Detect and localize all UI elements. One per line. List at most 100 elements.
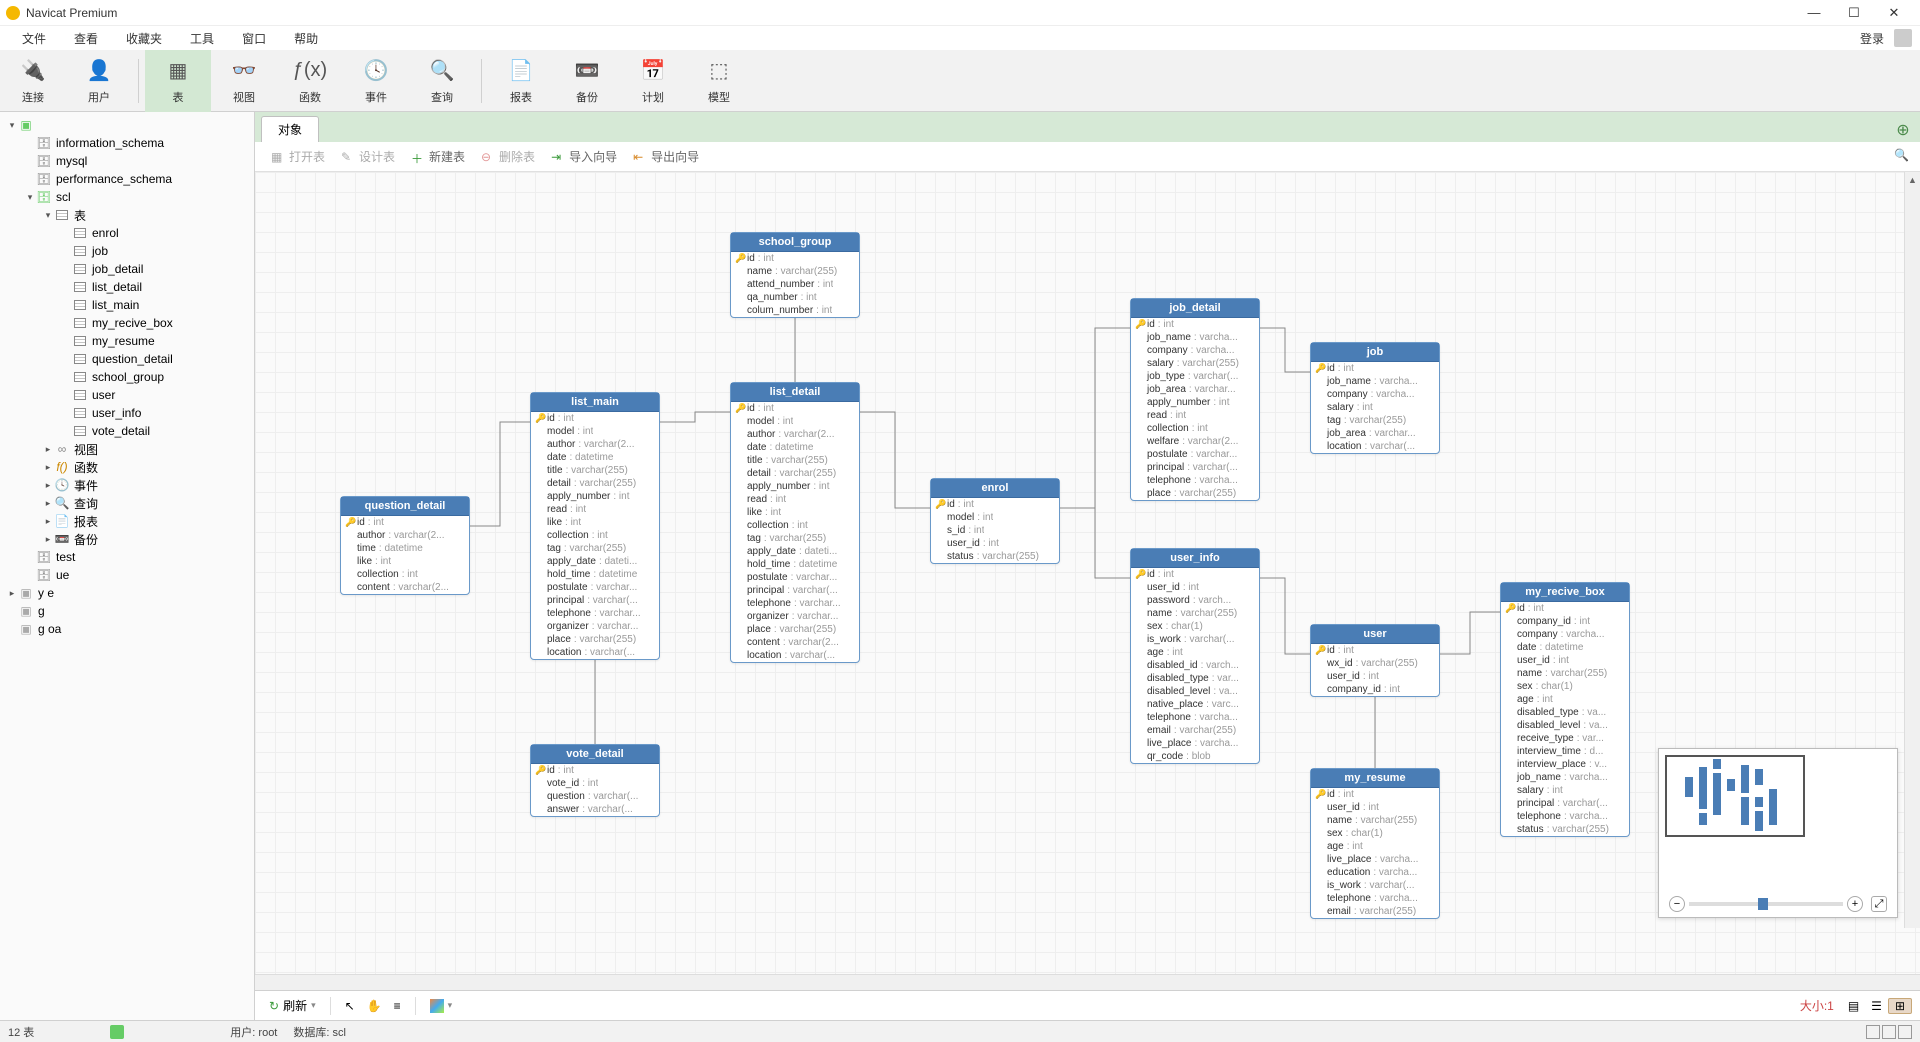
erd-table-header[interactable]: my_resume xyxy=(1311,769,1439,788)
tree-node-查询[interactable]: ▸🔍查询 xyxy=(0,494,254,512)
zoom-in-button[interactable]: + xyxy=(1847,896,1863,912)
status-views-toggle[interactable] xyxy=(1866,1025,1912,1039)
toolbar-table-button[interactable]: ▦表 xyxy=(145,50,211,112)
pan-tool-button[interactable]: ✋ xyxy=(361,999,388,1013)
erd-table-user[interactable]: user🔑id: intwx_id: varchar(255)user_id: … xyxy=(1310,624,1440,697)
scroll-up-icon[interactable]: ▲ xyxy=(1905,172,1920,188)
toolbar-user-button[interactable]: 👤用户 xyxy=(66,50,132,112)
erd-table-header[interactable]: job_detail xyxy=(1131,299,1259,318)
expand-arrow-icon[interactable]: ▸ xyxy=(42,516,54,527)
minimap[interactable]: − + ⤢ xyxy=(1658,748,1898,918)
zoom-fit-button[interactable]: ⤢ xyxy=(1871,896,1887,912)
menu-tools[interactable]: 工具 xyxy=(176,30,228,47)
delete-table-button[interactable]: ⊖删除表 xyxy=(473,148,543,165)
new-table-button[interactable]: ＋新建表 xyxy=(403,148,473,165)
erd-table-header[interactable]: question_detail xyxy=(341,497,469,516)
expand-arrow-icon[interactable]: ▸ xyxy=(42,534,54,545)
pointer-tool-button[interactable]: ↖ xyxy=(339,999,361,1013)
toolbar-backup-button[interactable]: 📼备份 xyxy=(554,50,620,112)
tree-node-user_info[interactable]: user_info xyxy=(0,404,254,422)
menu-fav[interactable]: 收藏夹 xyxy=(112,30,176,47)
import-wizard-button[interactable]: ⇥导入向导 xyxy=(543,148,625,165)
view-detail-button[interactable]: ☰ xyxy=(1865,999,1888,1013)
tree-node-y e[interactable]: ▸▣y e xyxy=(0,584,254,602)
open-table-button[interactable]: ▦打开表 xyxy=(263,148,333,165)
expand-arrow-icon[interactable]: ▸ xyxy=(42,444,54,455)
export-wizard-button[interactable]: ⇤导出向导 xyxy=(625,148,707,165)
tab-objects[interactable]: 对象 xyxy=(261,116,319,142)
minimize-button[interactable]: — xyxy=(1794,5,1834,20)
toolbar-schedule-button[interactable]: 📅计划 xyxy=(620,50,686,112)
tree-node-g[interactable]: ▣g xyxy=(0,602,254,620)
expand-arrow-icon[interactable]: ▸ xyxy=(42,462,54,473)
erd-table-header[interactable]: school_group xyxy=(731,233,859,252)
erd-table-job[interactable]: job🔑id: intjob_name: varcha...company: v… xyxy=(1310,342,1440,454)
close-button[interactable]: ✕ xyxy=(1874,5,1914,21)
tree-node-user[interactable]: user xyxy=(0,386,254,404)
tree-node-information_schema[interactable]: 🗄information_schema xyxy=(0,134,254,152)
erd-table-header[interactable]: user_info xyxy=(1131,549,1259,568)
tree-node-ue[interactable]: 🗄ue xyxy=(0,566,254,584)
expand-arrow-icon[interactable]: ▸ xyxy=(42,480,54,491)
search-icon[interactable]: 🔍 xyxy=(1894,148,1912,166)
maximize-button[interactable]: ☐ xyxy=(1834,5,1874,21)
layout-tool-button[interactable]: ≡ xyxy=(388,999,407,1013)
erd-table-header[interactable]: enrol xyxy=(931,479,1059,498)
erd-table-list_main[interactable]: list_main🔑id: intmodel: intauthor: varch… xyxy=(530,392,660,660)
tree-node-performance_schema[interactable]: 🗄performance_schema xyxy=(0,170,254,188)
color-tool-button[interactable]: ▾ xyxy=(424,999,459,1013)
tree-node-报表[interactable]: ▸📄报表 xyxy=(0,512,254,530)
zoom-slider[interactable] xyxy=(1689,902,1843,906)
expand-arrow-icon[interactable]: ▾ xyxy=(42,210,54,221)
avatar-icon[interactable] xyxy=(1894,29,1912,47)
erd-table-header[interactable]: user xyxy=(1311,625,1439,644)
erd-table-user_info[interactable]: user_info🔑id: intuser_id: intpassword: v… xyxy=(1130,548,1260,764)
erd-table-vote_detail[interactable]: vote_detail🔑id: intvote_id: intquestion:… xyxy=(530,744,660,817)
erd-table-my_recive_box[interactable]: my_recive_box🔑id: intcompany_id: intcomp… xyxy=(1500,582,1630,837)
erd-table-header[interactable]: my_recive_box xyxy=(1501,583,1629,602)
toolbar-event-button[interactable]: 🕓事件 xyxy=(343,50,409,112)
tree-node-mysql[interactable]: 🗄mysql xyxy=(0,152,254,170)
erd-table-my_resume[interactable]: my_resume🔑id: intuser_id: intname: varch… xyxy=(1310,768,1440,919)
add-tab-button[interactable]: ⊕ xyxy=(1892,120,1914,142)
erd-table-header[interactable]: list_main xyxy=(531,393,659,412)
tree-node-root[interactable]: ▾▣ xyxy=(0,116,254,134)
login-link[interactable]: 登录 xyxy=(1860,30,1888,47)
erd-table-header[interactable]: vote_detail xyxy=(531,745,659,764)
tree-node-enrol[interactable]: enrol xyxy=(0,224,254,242)
erd-table-enrol[interactable]: enrol🔑id: intmodel: ints_id: intuser_id:… xyxy=(930,478,1060,564)
expand-arrow-icon[interactable]: ▾ xyxy=(6,120,18,131)
refresh-button[interactable]: ↻刷新▾ xyxy=(263,997,322,1014)
toolbar-view-button[interactable]: 👓视图 xyxy=(211,50,277,112)
tree-node-g oa[interactable]: ▣g oa xyxy=(0,620,254,638)
zoom-out-button[interactable]: − xyxy=(1669,896,1685,912)
vertical-scrollbar[interactable]: ▲ xyxy=(1904,172,1920,928)
tree-node-表[interactable]: ▾表 xyxy=(0,206,254,224)
tree-node-job[interactable]: job xyxy=(0,242,254,260)
tree-node-vote_detail[interactable]: vote_detail xyxy=(0,422,254,440)
menu-view[interactable]: 查看 xyxy=(60,30,112,47)
expand-arrow-icon[interactable]: ▸ xyxy=(6,588,18,599)
toolbar-connect-button[interactable]: 🔌连接 xyxy=(0,50,66,112)
tree-node-test[interactable]: 🗄test xyxy=(0,548,254,566)
view-erd-button[interactable]: ⊞ xyxy=(1888,998,1912,1014)
view-list-button[interactable]: ▤ xyxy=(1842,999,1865,1013)
tree-node-my_recive_box[interactable]: my_recive_box xyxy=(0,314,254,332)
tree-node-school_group[interactable]: school_group xyxy=(0,368,254,386)
tree-node-list_detail[interactable]: list_detail xyxy=(0,278,254,296)
sidebar[interactable]: ▾▣🗄information_schema🗄mysql🗄performance_… xyxy=(0,112,255,1020)
toolbar-model-button[interactable]: ⬚模型 xyxy=(686,50,752,112)
toolbar-query-button[interactable]: 🔍查询 xyxy=(409,50,475,112)
tree-node-my_resume[interactable]: my_resume xyxy=(0,332,254,350)
design-table-button[interactable]: ✎设计表 xyxy=(333,148,403,165)
erd-table-list_detail[interactable]: list_detail🔑id: intmodel: intauthor: var… xyxy=(730,382,860,663)
menu-file[interactable]: 文件 xyxy=(8,30,60,47)
tree-node-scl[interactable]: ▾🗄scl xyxy=(0,188,254,206)
toolbar-report-button[interactable]: 📄报表 xyxy=(488,50,554,112)
tree-node-question_detail[interactable]: question_detail xyxy=(0,350,254,368)
erd-table-school_group[interactable]: school_group🔑id: intname: varchar(255)at… xyxy=(730,232,860,318)
menu-window[interactable]: 窗口 xyxy=(228,30,280,47)
erd-table-header[interactable]: list_detail xyxy=(731,383,859,402)
zoom-thumb[interactable] xyxy=(1758,898,1768,910)
erd-table-question_detail[interactable]: question_detail🔑id: intauthor: varchar(2… xyxy=(340,496,470,595)
